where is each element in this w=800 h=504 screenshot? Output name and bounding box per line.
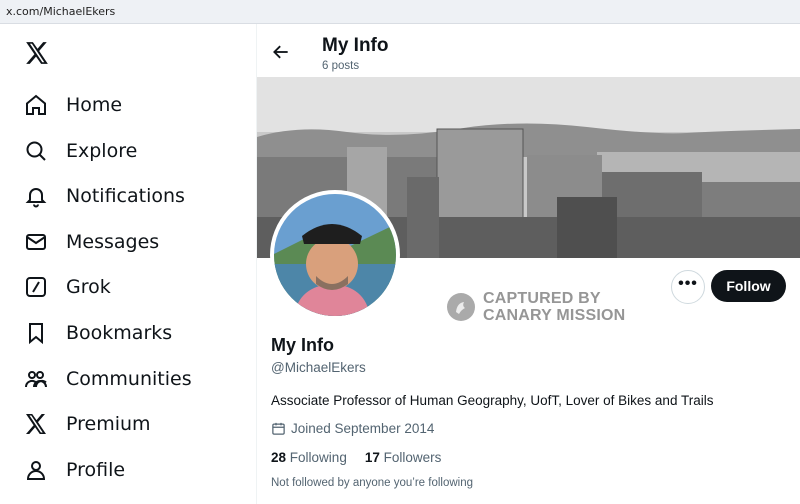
home-icon (26, 94, 46, 115)
envelope-icon (26, 234, 46, 250)
browser-address-bar[interactable]: x.com/MichaelEkers (0, 0, 800, 24)
sidebar-item-label: Messages (66, 231, 160, 253)
sidebar-item-label: Bookmarks (66, 322, 173, 344)
sidebar-item-label: Explore (66, 140, 138, 162)
sidebar-nav: Home Explore Notifications Messages Grok… (0, 24, 256, 504)
sidebar-item-label: Premium (66, 413, 151, 435)
watermark-line-1: CAPTURED BY (483, 290, 601, 307)
sidebar-item-bookmarks[interactable]: Bookmarks (24, 318, 172, 348)
profile-name: My Info (271, 335, 334, 355)
following-link[interactable]: 28 Following (271, 450, 347, 465)
watermark: CAPTURED BY CANARY MISSION (447, 290, 625, 324)
sidebar-item-label: Grok (66, 276, 111, 298)
sidebar-item-profile[interactable]: Profile (24, 455, 125, 485)
joined-text: Joined September 2014 (291, 421, 435, 436)
sidebar-item-premium[interactable]: Premium (24, 409, 151, 439)
canary-logo-icon (447, 293, 475, 321)
following-label: Following (289, 450, 347, 465)
sidebar-item-label: Profile (66, 459, 126, 481)
profile-main: My Info 6 posts ••• Follow CAPTURED BY C… (257, 24, 800, 504)
sidebar-item-communities[interactable]: Communities (24, 364, 192, 394)
sidebar-item-messages[interactable]: Messages (24, 227, 159, 257)
watermark-line-2: CANARY MISSION (483, 307, 626, 324)
x-logo-icon (26, 414, 46, 434)
grok-icon (26, 277, 46, 297)
sidebar-item-explore[interactable]: Explore (24, 136, 137, 166)
follow-button[interactable]: Follow (711, 270, 786, 302)
sidebar-item-notifications[interactable]: Notifications (24, 181, 185, 211)
more-icon: ••• (678, 275, 698, 292)
calendar-icon (272, 422, 285, 435)
profile-header: My Info 6 posts (257, 24, 800, 77)
bell-icon (25, 188, 47, 208)
sidebar-item-home[interactable]: Home (24, 90, 122, 120)
search-icon (26, 141, 46, 161)
followers-label: Followers (383, 450, 442, 465)
follow-stats: 28 Following 17 Followers (271, 450, 459, 465)
profile-handle: @MichaelEkers (271, 360, 366, 375)
following-count: 28 (271, 450, 287, 465)
more-options-button[interactable]: ••• (671, 270, 705, 304)
followers-link[interactable]: 17 Followers (365, 450, 442, 465)
bookmark-icon (29, 323, 43, 345)
url-text[interactable]: x.com/MichaelEkers (6, 5, 115, 18)
sidebar-item-label: Home (66, 94, 123, 116)
person-icon (26, 461, 46, 480)
people-icon (24, 371, 47, 388)
x-logo-icon[interactable] (24, 40, 50, 66)
back-arrow-icon[interactable] (271, 42, 291, 62)
profile-bio: Associate Professor of Human Geography, … (271, 393, 714, 408)
joined-date: Joined September 2014 (271, 421, 434, 436)
followers-count: 17 (364, 450, 380, 465)
sidebar-item-label: Notifications (66, 185, 185, 207)
avatar[interactable] (270, 190, 400, 320)
post-count: 6 posts (322, 60, 360, 72)
page-title: My Info (322, 35, 389, 56)
sidebar-item-label: Communities (66, 368, 192, 390)
not-followed-note: Not followed by anyone you’re following (271, 477, 474, 489)
sidebar-item-grok[interactable]: Grok (24, 272, 111, 302)
